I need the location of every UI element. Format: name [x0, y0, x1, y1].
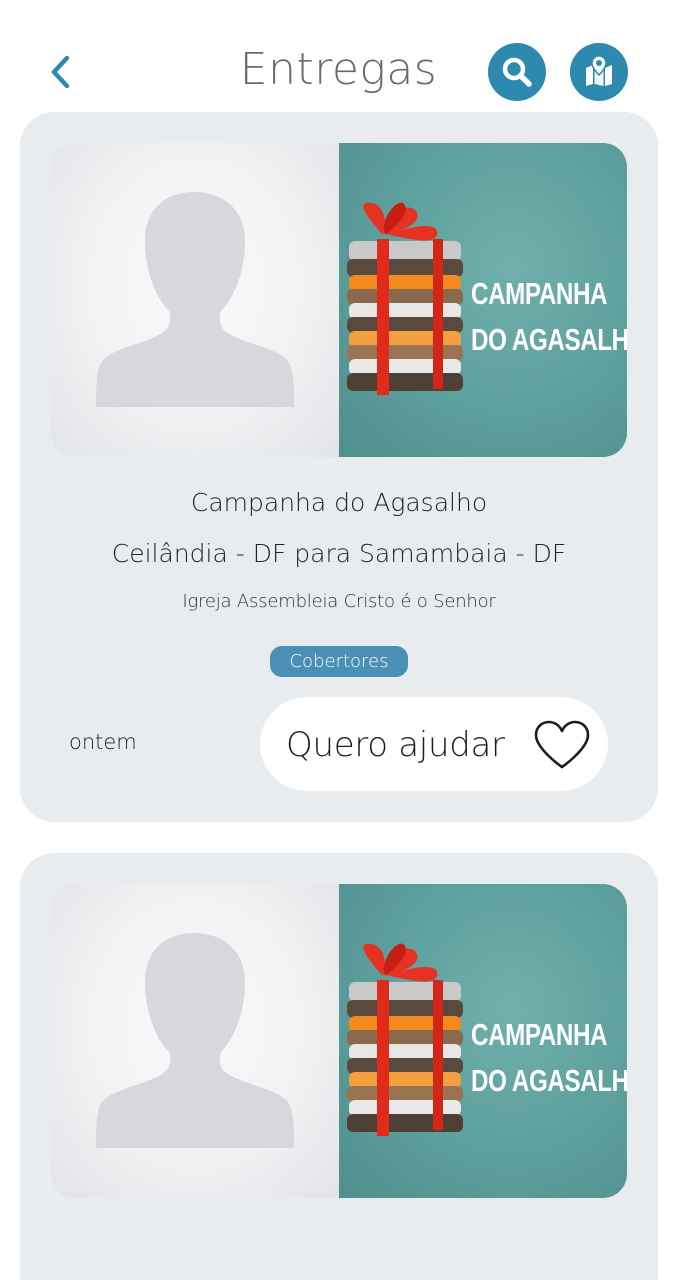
card-banner: CAMPANHA DO AGASALHO — [51, 143, 627, 457]
user-placeholder-icon — [96, 192, 294, 407]
map-pin-icon — [586, 55, 612, 86]
campaign-name: Campanha do Agasalho — [190, 488, 488, 517]
category-badge: Cobertores — [270, 646, 408, 677]
clothes-gift-stack-icon — [347, 943, 463, 1136]
campaign-image-text: CAMPANHA DO AGASALHO — [471, 276, 627, 357]
help-button-label: Quero ajudar — [286, 725, 505, 765]
delivery-card[interactable]: CAMPANHA DO AGASALHO — [20, 853, 658, 1280]
deliveries-screen: Entregas CAMPANHA DO AGASAL Campanha do … — [0, 0, 677, 1280]
campaign-image: CAMPANHA DO AGASALHO — [339, 884, 627, 1198]
user-placeholder-icon — [96, 933, 294, 1148]
header: Entregas — [0, 0, 677, 112]
delivery-card[interactable]: CAMPANHA DO AGASALHO Campanha do Agasalh… — [20, 112, 658, 822]
search-icon — [502, 57, 532, 87]
organization-name: Igreja Assembleia Cristo é o Senhor — [182, 591, 496, 612]
card-banner: CAMPANHA DO AGASALHO — [51, 884, 627, 1198]
search-button[interactable] — [488, 43, 546, 101]
campaign-image: CAMPANHA DO AGASALHO — [339, 143, 627, 457]
help-button[interactable]: Quero ajudar — [260, 697, 608, 791]
avatar — [51, 884, 339, 1198]
timestamp: ontem — [69, 730, 137, 754]
campaign-route: Ceilândia - DF para Samambaia - DF — [111, 539, 567, 568]
heart-icon — [534, 720, 590, 769]
map-button[interactable] — [570, 43, 628, 101]
avatar — [51, 143, 339, 457]
campaign-image-text: CAMPANHA DO AGASALHO — [471, 1017, 627, 1098]
clothes-gift-stack-icon — [347, 202, 463, 395]
